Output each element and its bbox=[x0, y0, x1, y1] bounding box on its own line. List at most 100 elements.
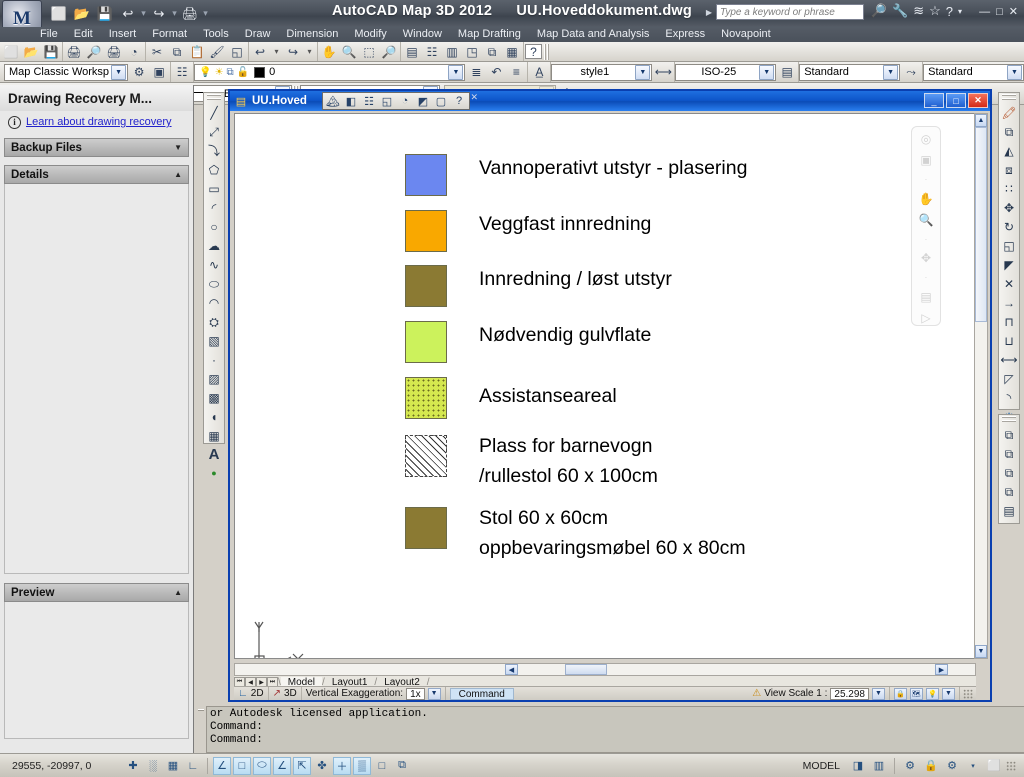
toolbar-lock-icon[interactable]: ▣ bbox=[149, 63, 169, 81]
map-help-icon[interactable]: ? bbox=[450, 93, 468, 109]
rectangle-tool-icon[interactable]: ▭ bbox=[204, 179, 224, 198]
qat-open-icon[interactable]: 📂 bbox=[71, 4, 93, 24]
menu-item-format[interactable]: Format bbox=[144, 27, 195, 42]
close-button[interactable]: ✕ bbox=[1009, 5, 1018, 18]
communication-center-icon[interactable]: ≋ bbox=[913, 3, 924, 19]
point-tool-icon[interactable]: · bbox=[204, 350, 224, 369]
showmotion-icon[interactable]: ▣ bbox=[916, 153, 936, 167]
infer-constraints-toggle-icon[interactable]: ✚ bbox=[124, 757, 142, 775]
dynamic-ucs-toggle-icon[interactable]: ✤ bbox=[313, 757, 331, 775]
model-space-icon[interactable]: ◨ bbox=[849, 757, 867, 775]
region-tool-icon[interactable]: ◖ bbox=[204, 407, 224, 426]
text-style-combo[interactable]: style1 ▼ bbox=[551, 63, 653, 81]
gear-icon[interactable]: ⚙ bbox=[129, 63, 149, 81]
chevron-down-icon[interactable]: ▼ bbox=[872, 687, 885, 700]
markup-set-manager-icon[interactable]: ⧉ bbox=[482, 43, 502, 61]
transparency-toggle-icon[interactable]: □ bbox=[373, 757, 391, 775]
erase-tool-icon[interactable]: 🖍 bbox=[999, 103, 1019, 122]
spline-tool-icon[interactable]: ∿ bbox=[204, 255, 224, 274]
trim-tool-icon[interactable]: ✕ bbox=[999, 274, 1019, 293]
model-space-label[interactable]: MODEL bbox=[797, 760, 846, 772]
table-style-icon[interactable]: ▤ bbox=[777, 63, 797, 81]
save-file-icon[interactable]: 💾 bbox=[41, 43, 61, 61]
chevron-down-icon[interactable]: ▼ bbox=[448, 64, 464, 80]
open-file-icon[interactable]: 📂 bbox=[21, 43, 41, 61]
rotate-tool-icon[interactable]: ↻ bbox=[999, 217, 1019, 236]
dimension-style-icon[interactable]: ⟷ bbox=[653, 63, 673, 81]
move-tool-icon[interactable]: ✥ bbox=[999, 198, 1019, 217]
break-at-point-tool-icon[interactable]: ⊓ bbox=[999, 312, 1019, 331]
paste-icon[interactable]: 📋 bbox=[187, 43, 207, 61]
break-tool-icon[interactable]: ⊔ bbox=[999, 331, 1019, 350]
drawing-restore-button[interactable]: □ bbox=[946, 93, 966, 108]
drawing-close-button[interactable]: ✕ bbox=[968, 93, 988, 108]
map-survey-icon[interactable]: ◔ bbox=[396, 93, 414, 109]
pan-icon[interactable]: ✋ bbox=[319, 43, 339, 61]
send-to-back-icon[interactable]: ⧉ bbox=[999, 444, 1019, 463]
block-editor-icon[interactable]: ◱ bbox=[227, 43, 247, 61]
menu-item-map-drafting[interactable]: Map Drafting bbox=[450, 27, 529, 42]
draw-toolbar-grip[interactable] bbox=[207, 94, 221, 101]
drawing-minimize-button[interactable]: _ bbox=[924, 93, 944, 108]
help-toolbar-icon[interactable]: ? bbox=[525, 44, 542, 59]
table-style-combo[interactable]: Standard ▼ bbox=[799, 63, 901, 81]
resize-grip[interactable] bbox=[963, 688, 973, 699]
drawing-window-title-bar[interactable]: ▤ UU.Hoved 🏔 ◧ ☷ ◱ ◔ ◩ ▢ ? ✕ _ □ ✕ bbox=[230, 91, 990, 111]
qat-customize-icon[interactable]: ▾ bbox=[202, 8, 209, 19]
chevron-up-icon[interactable]: ▲ bbox=[174, 588, 182, 597]
command-line-4[interactable]: Command: bbox=[210, 734, 1021, 747]
map-book-icon[interactable]: ◱ bbox=[378, 93, 396, 109]
clean-screen-icon[interactable]: ⬜ bbox=[985, 757, 1003, 775]
lightbulb-icon[interactable]: 💡 bbox=[199, 67, 211, 78]
menu-item-edit[interactable]: Edit bbox=[66, 27, 101, 42]
chamfer-tool-icon[interactable]: ◸ bbox=[999, 369, 1019, 388]
pan-icon[interactable]: ✋ bbox=[916, 192, 936, 206]
navigation-bar[interactable]: ◎ ▣ · ✋ 🔍 · ✥ · ▤ ▷ bbox=[911, 126, 941, 326]
polygon-tool-icon[interactable]: ⬠ bbox=[204, 160, 224, 179]
vertical-scroll-thumb[interactable] bbox=[975, 127, 987, 322]
toolbar-grip[interactable] bbox=[544, 43, 550, 60]
dim-style-combo[interactable]: ISO-25 ▼ bbox=[675, 63, 777, 81]
array-tool-icon[interactable]: ∷ bbox=[999, 179, 1019, 198]
quick-properties-toggle-icon[interactable]: ⧉ bbox=[393, 757, 411, 775]
layer-states-icon[interactable]: ≡ bbox=[506, 63, 526, 81]
multileader-style-icon[interactable]: ⤳ bbox=[901, 63, 921, 81]
qat-new-icon[interactable]: ⬜ bbox=[48, 4, 70, 24]
grid-display-toggle-icon[interactable]: ▦ bbox=[164, 757, 182, 775]
bring-above-object-icon[interactable]: ⧉ bbox=[999, 463, 1019, 482]
line-tool-icon[interactable]: ╱ bbox=[204, 103, 224, 122]
object-snap-toggle-icon[interactable]: □ bbox=[233, 756, 251, 775]
publish-icon[interactable]: 🖨 bbox=[104, 43, 124, 61]
map-workspace-icon[interactable]: 🏔 bbox=[324, 93, 342, 109]
stretch-tool-icon[interactable]: ◤ bbox=[999, 255, 1019, 274]
ellipse-arc-tool-icon[interactable]: ◠ bbox=[204, 293, 224, 312]
scroll-left-button[interactable]: ◀ bbox=[505, 664, 518, 675]
allow-ucs-toggle-icon[interactable]: ⇱ bbox=[293, 756, 311, 775]
undo-dropdown-icon[interactable]: ▾ bbox=[270, 43, 283, 61]
arc-tool-icon[interactable]: ◜ bbox=[204, 198, 224, 217]
help-icon[interactable]: ? bbox=[946, 4, 953, 19]
drawing-canvas[interactable]: Vannoperativt utstyr - plasering Veggfas… bbox=[234, 113, 976, 659]
layer-properties-manager-icon[interactable]: ☷ bbox=[172, 63, 192, 81]
add-selected-tool-icon[interactable]: ● bbox=[204, 464, 224, 483]
menu-item-modify[interactable]: Modify bbox=[346, 27, 394, 42]
mode-3d-button[interactable]: ↗ 3D bbox=[269, 687, 302, 700]
modify-toolbar-grip[interactable] bbox=[1002, 94, 1016, 101]
chevron-down-icon[interactable]: ▼ bbox=[759, 64, 775, 80]
menu-item-map-data-and-analysis[interactable]: Map Data and Analysis bbox=[529, 27, 658, 42]
snap-mode-toggle-icon[interactable]: ░ bbox=[144, 757, 162, 775]
gradient-tool-icon[interactable]: ▩ bbox=[204, 388, 224, 407]
ortho-mode-toggle-icon[interactable]: ∟ bbox=[184, 757, 202, 775]
mirror-tool-icon[interactable]: ◭ bbox=[999, 141, 1019, 160]
hatch-tool-icon[interactable]: ▨ bbox=[204, 369, 224, 388]
polar-tracking-toggle-icon[interactable]: ∠ bbox=[213, 756, 231, 775]
multiline-text-tool-icon[interactable]: A bbox=[204, 445, 224, 464]
backup-files-section-header[interactable]: Backup Files ▼ bbox=[4, 138, 189, 157]
minimize-button[interactable]: — bbox=[979, 6, 990, 18]
vertical-exaggeration-value[interactable]: 1x bbox=[406, 687, 425, 700]
vertical-scrollbar[interactable]: ▲ ▼ bbox=[974, 113, 988, 659]
chevron-up-icon[interactable]: ▲ bbox=[174, 170, 182, 179]
make-block-tool-icon[interactable]: ▧ bbox=[204, 331, 224, 350]
tool-palettes-icon[interactable]: ▥ bbox=[442, 43, 462, 61]
workspace-dropdown-icon[interactable]: ▾ bbox=[964, 757, 982, 775]
